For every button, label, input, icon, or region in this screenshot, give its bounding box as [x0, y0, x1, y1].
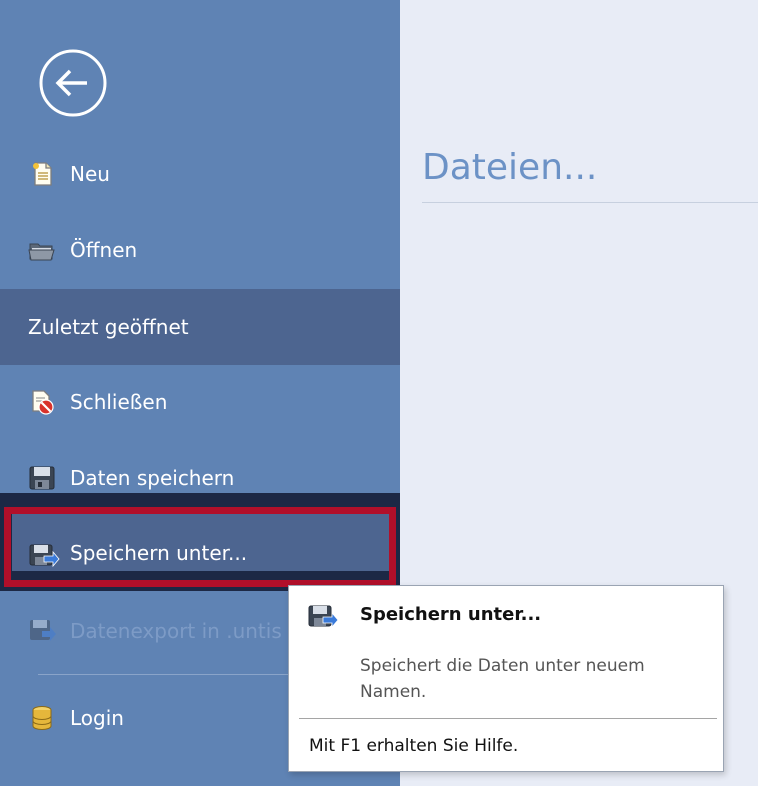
menu-item-neu[interactable]: Neu: [0, 136, 400, 212]
tooltip-separator: [299, 718, 717, 719]
back-button[interactable]: [39, 49, 107, 117]
export-icon: [28, 617, 56, 645]
menu-label: Login: [70, 706, 124, 730]
menu-item-schliessen[interactable]: Schließen: [0, 364, 400, 440]
open-folder-icon: [28, 236, 56, 264]
menu-label: Neu: [70, 162, 110, 186]
tooltip: Speichern unter... Speichert die Daten u…: [288, 585, 724, 772]
database-icon: [28, 704, 56, 732]
menu-label: Schließen: [70, 390, 168, 414]
tooltip-help-text: Mit F1 erhalten Sie Hilfe.: [309, 736, 519, 756]
back-arrow-icon: [39, 49, 107, 117]
tooltip-title: Speichern unter...: [360, 604, 542, 625]
menu-item-zuletzt-geoeffnet[interactable]: Zuletzt geöffnet: [0, 289, 400, 365]
menu-label: Datenexport in .untis: [70, 619, 282, 643]
menu-item-oeffnen[interactable]: Öffnen: [0, 212, 400, 288]
close-document-icon: [28, 388, 56, 416]
menu-label: Öffnen: [70, 238, 138, 262]
highlight-frame: [4, 507, 396, 587]
tooltip-description: Speichert die Daten unter neuem Namen.: [360, 656, 645, 702]
new-document-icon: [28, 160, 56, 188]
page-title: Dateien...: [422, 147, 598, 188]
menu-label: Zuletzt geöffnet: [28, 315, 189, 339]
menu-label: Daten speichern: [70, 466, 235, 490]
save-disk-icon: [28, 464, 56, 492]
title-divider: [422, 202, 758, 203]
save-as-icon: [307, 602, 339, 630]
